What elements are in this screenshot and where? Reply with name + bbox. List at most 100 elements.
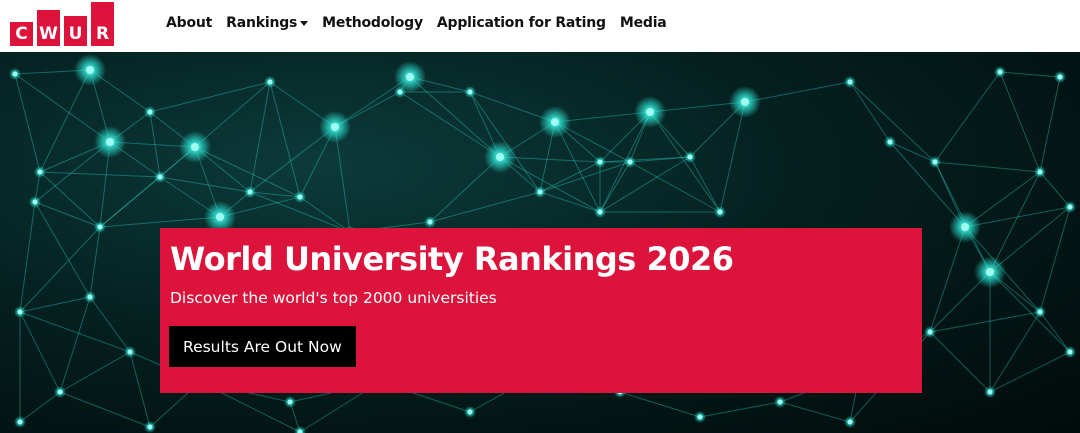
network-node xyxy=(997,69,1003,75)
network-node xyxy=(86,66,94,74)
network-node xyxy=(17,419,23,425)
network-link xyxy=(929,331,991,393)
network-link xyxy=(249,126,336,193)
network-node xyxy=(147,424,153,430)
hero-title: World University Rankings 2026 xyxy=(170,240,734,278)
logo-letter-c: C xyxy=(10,22,33,46)
navbar: C W U R About Rankings Methodology Appli… xyxy=(0,0,1080,52)
network-link xyxy=(849,81,936,163)
results-out-button[interactable]: Results Are Out Now xyxy=(169,326,356,367)
network-link xyxy=(999,71,1061,78)
network-node xyxy=(297,194,303,200)
network-node xyxy=(147,109,153,115)
nav-media-label: Media xyxy=(619,15,667,31)
network-node xyxy=(551,118,559,126)
network-node xyxy=(887,139,893,145)
network-node xyxy=(987,389,993,395)
network-link xyxy=(744,81,851,103)
network-link xyxy=(39,69,91,173)
network-node xyxy=(12,71,18,77)
nav-about-label: About xyxy=(166,15,213,31)
network-link xyxy=(19,296,91,313)
network-link xyxy=(779,401,851,423)
network-node xyxy=(17,309,23,315)
network-node xyxy=(932,159,938,165)
network-node xyxy=(777,399,783,405)
network-node xyxy=(191,143,199,151)
network-link xyxy=(539,161,601,193)
network-link xyxy=(409,76,501,158)
nav-rankings[interactable]: Rankings xyxy=(226,15,309,31)
network-node xyxy=(87,294,93,300)
network-link xyxy=(599,161,631,213)
network-link xyxy=(19,391,61,423)
network-node xyxy=(127,349,133,355)
network-link xyxy=(1039,171,1071,208)
network-node xyxy=(157,174,163,180)
network-link xyxy=(989,171,1041,273)
network-link xyxy=(929,226,966,333)
network-node xyxy=(1067,349,1073,355)
network-link xyxy=(89,226,101,298)
nav-about[interactable]: About xyxy=(166,15,212,31)
hero-subtitle: Discover the world's top 2000 universiti… xyxy=(170,289,497,307)
network-node xyxy=(97,224,103,230)
network-link xyxy=(129,351,151,428)
network-link xyxy=(889,141,936,163)
network-node xyxy=(687,154,693,160)
network-node xyxy=(717,209,723,215)
network-link xyxy=(99,216,221,228)
logo-letter-r: R xyxy=(91,2,114,46)
network-link xyxy=(99,176,161,228)
network-link xyxy=(934,71,1001,163)
network-link xyxy=(719,101,746,213)
network-node xyxy=(496,153,504,161)
network-node xyxy=(537,189,543,195)
network-node xyxy=(467,409,473,415)
cwur-logo[interactable]: C W U R xyxy=(10,0,114,46)
network-node xyxy=(961,223,969,231)
network-link xyxy=(989,271,1071,353)
network-node xyxy=(597,209,603,215)
hero-banner: World University Rankings 2026 Discover … xyxy=(160,228,922,393)
nav-rankings-label: Rankings xyxy=(226,15,298,31)
network-node xyxy=(646,108,654,116)
network-link xyxy=(619,391,701,418)
nav-application-for-rating[interactable]: Application for Rating xyxy=(437,15,606,31)
network-link xyxy=(59,391,151,428)
logo-letter-w: W xyxy=(37,10,60,46)
network-node xyxy=(406,73,414,81)
network-link xyxy=(699,401,781,418)
nav-media[interactable]: Media xyxy=(620,15,667,31)
network-link xyxy=(499,156,601,213)
network-node xyxy=(1067,204,1073,210)
network-node xyxy=(697,414,703,420)
network-node xyxy=(927,329,933,335)
logo-letter-u: U xyxy=(64,16,87,46)
network-node xyxy=(1037,169,1043,175)
network-node xyxy=(1037,309,1043,315)
network-link xyxy=(649,111,721,213)
network-node xyxy=(247,189,253,195)
network-node xyxy=(467,89,473,95)
network-link xyxy=(39,171,101,228)
network-node xyxy=(287,399,293,405)
nav-methodology-label: Methodology xyxy=(322,15,423,31)
network-link xyxy=(1039,206,1071,313)
hero-section: World University Rankings 2026 Discover … xyxy=(0,52,1080,433)
network-node xyxy=(986,268,994,276)
network-node xyxy=(331,123,339,131)
network-link xyxy=(249,81,271,193)
nav-methodology[interactable]: Methodology xyxy=(322,15,423,31)
network-link xyxy=(34,201,91,298)
nav-application-label: Application for Rating xyxy=(436,15,606,31)
network-node xyxy=(847,79,853,85)
network-node xyxy=(106,138,114,146)
network-link xyxy=(964,206,1071,228)
network-link xyxy=(934,161,1041,173)
network-link xyxy=(1039,76,1061,173)
network-node xyxy=(57,389,63,395)
caret-down-icon xyxy=(300,20,309,26)
network-node xyxy=(37,169,43,175)
network-link xyxy=(539,161,631,193)
